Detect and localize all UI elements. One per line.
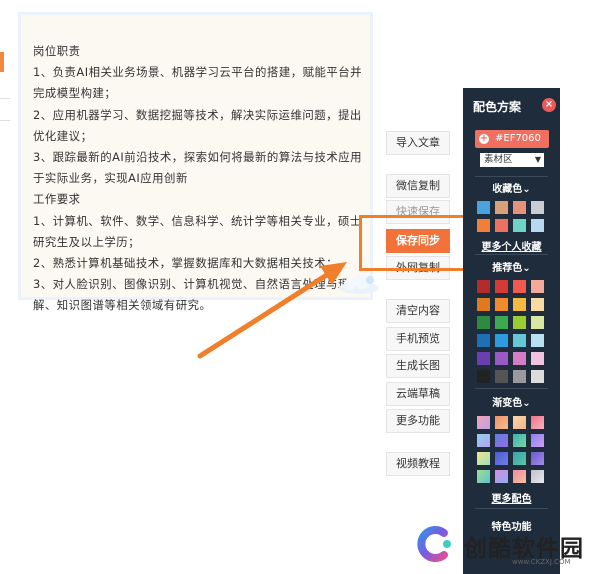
recommended-color-swatch[interactable] bbox=[477, 316, 490, 329]
recommended-color-swatch[interactable] bbox=[531, 280, 544, 293]
divider bbox=[475, 508, 548, 509]
gradient-color-swatch[interactable] bbox=[477, 452, 490, 465]
gradient-color-swatch[interactable] bbox=[531, 452, 544, 465]
favorite-color-swatch[interactable] bbox=[531, 219, 544, 232]
color-scheme-panel: 配色方案 × + #EF7060 素材区 ▼ 收藏色⌄ 更多个人收藏 推荐色⌄ … bbox=[463, 88, 560, 574]
video-tutorial-button[interactable]: 视频教程 bbox=[386, 452, 450, 476]
chevron-down-icon: ▼ bbox=[534, 155, 541, 164]
recommended-color-swatch[interactable] bbox=[531, 352, 544, 365]
gradient-color-swatch[interactable] bbox=[495, 470, 508, 483]
more-functions-button[interactable]: 更多功能 bbox=[386, 409, 450, 433]
chevron-down-icon: ⌄ bbox=[522, 184, 531, 195]
cloud-draft-button[interactable]: 云端草稿 bbox=[386, 382, 450, 406]
recommended-color-swatch[interactable] bbox=[495, 316, 508, 329]
article-line: 3、跟踪最新的AI前沿技术，探索如何将最新的算法与技术应用于实际业务，实现AI应… bbox=[33, 150, 363, 186]
close-icon[interactable]: × bbox=[542, 98, 556, 112]
gradient-color-swatch[interactable] bbox=[477, 416, 490, 429]
favorite-color-swatch[interactable] bbox=[513, 219, 526, 232]
current-color-hex: #EF7060 bbox=[495, 133, 541, 144]
recommended-color-swatch[interactable] bbox=[531, 334, 544, 347]
left-edge bbox=[0, 0, 14, 574]
recommended-color-swatch[interactable] bbox=[495, 334, 508, 347]
article-line: 1、负责AI相关业务场景、机器学习云平台的搭建，赋能平台并完成模型构建； bbox=[33, 65, 363, 101]
recommended-color-swatch[interactable] bbox=[531, 316, 544, 329]
recommended-heading-label: 推荐色 bbox=[492, 263, 523, 274]
material-select-value: 素材区 bbox=[484, 154, 513, 165]
gradient-color-swatch[interactable] bbox=[513, 416, 526, 429]
watermark-url: www.CKZXJ.COM bbox=[512, 558, 571, 566]
recommended-color-swatch[interactable] bbox=[513, 352, 526, 365]
article-text[interactable]: 岗位职责 1、负责AI相关业务场景、机器学习云平台的搭建，赋能平台并完成模型构建… bbox=[33, 41, 368, 317]
recommended-color-swatch[interactable] bbox=[513, 298, 526, 311]
article-line: 工作要求 bbox=[33, 192, 81, 207]
favorites-heading[interactable]: 收藏色⌄ bbox=[463, 180, 560, 195]
divider bbox=[475, 176, 548, 177]
article-line: 1、计算机、软件、数学、信息科学、统计学等相关专业，硕士研究生及以上学历； bbox=[33, 213, 362, 249]
chevron-down-icon: ⌄ bbox=[522, 398, 531, 409]
recommended-color-swatch[interactable] bbox=[513, 316, 526, 329]
recommended-color-swatch[interactable] bbox=[477, 334, 490, 347]
recommended-color-swatch[interactable] bbox=[477, 280, 490, 293]
recommended-color-swatch[interactable] bbox=[477, 298, 490, 311]
gradient-color-swatch[interactable] bbox=[495, 452, 508, 465]
mobile-preview-button[interactable]: 手机预览 bbox=[386, 327, 450, 351]
cloud-decoration-icon bbox=[339, 273, 379, 294]
chevron-down-icon: ⌄ bbox=[522, 263, 531, 274]
recommended-color-swatch[interactable] bbox=[531, 298, 544, 311]
recommended-color-swatch[interactable] bbox=[495, 280, 508, 293]
gradient-color-swatch[interactable] bbox=[495, 416, 508, 429]
more-colors-link[interactable]: 更多配色 bbox=[463, 490, 560, 505]
more-personal-favorites-link[interactable]: 更多个人收藏 bbox=[463, 238, 560, 253]
left-divider bbox=[0, 98, 10, 99]
gradient-heading[interactable]: 渐变色⌄ bbox=[463, 394, 560, 409]
gradient-color-swatch[interactable] bbox=[531, 416, 544, 429]
material-select[interactable]: 素材区 ▼ bbox=[480, 153, 544, 167]
favorite-color-swatch[interactable] bbox=[495, 201, 508, 214]
gradient-color-swatch[interactable] bbox=[513, 434, 526, 447]
recommended-heading[interactable]: 推荐色⌄ bbox=[463, 259, 560, 274]
current-color-chip[interactable]: + #EF7060 bbox=[475, 130, 549, 148]
recommended-color-swatch[interactable] bbox=[531, 370, 544, 383]
gradient-color-swatch[interactable] bbox=[477, 434, 490, 447]
recommended-color-swatch[interactable] bbox=[513, 370, 526, 383]
recommended-color-swatch[interactable] bbox=[513, 334, 526, 347]
long-image-button[interactable]: 生成长图 bbox=[386, 354, 450, 378]
panel-title: 配色方案 bbox=[473, 100, 522, 114]
gradient-color-swatch[interactable] bbox=[531, 470, 544, 483]
divider bbox=[475, 388, 548, 389]
divider bbox=[475, 254, 548, 255]
article-line: 2、熟悉计算机基础技术，掌握数据库和大数据相关技术； bbox=[33, 256, 339, 271]
recommended-color-swatch[interactable] bbox=[495, 370, 508, 383]
recommended-color-swatch[interactable] bbox=[477, 352, 490, 365]
chuangku-logo-icon bbox=[417, 526, 451, 562]
favorite-color-swatch[interactable] bbox=[495, 219, 508, 232]
recommended-color-swatch[interactable] bbox=[495, 352, 508, 365]
gradient-color-swatch[interactable] bbox=[513, 470, 526, 483]
import-article-button[interactable]: 导入文章 bbox=[386, 131, 450, 155]
recommended-color-swatch[interactable] bbox=[477, 370, 490, 383]
left-accent-marker bbox=[0, 52, 4, 72]
recommended-color-swatch[interactable] bbox=[495, 298, 508, 311]
gradient-heading-label: 渐变色 bbox=[492, 398, 523, 409]
clear-content-button[interactable]: 清空内容 bbox=[386, 299, 450, 323]
article-line: 2、应用机器学习、数据挖掘等技术，解决实际运维问题，提出优化建议； bbox=[33, 107, 362, 143]
favorite-color-swatch[interactable] bbox=[531, 201, 544, 214]
add-color-icon[interactable]: + bbox=[479, 134, 489, 144]
article-editor[interactable]: 岗位职责 1、负责AI相关业务场景、机器学习云平台的搭建，赋能平台并完成模型构建… bbox=[18, 12, 379, 312]
favorite-color-swatch[interactable] bbox=[513, 201, 526, 214]
article-line: 3、对人脸识别、图像识别、计算机视觉、自然语言处理与理解、知识图谱等相关领域有研… bbox=[33, 277, 350, 313]
article-line: 岗位职责 bbox=[33, 44, 81, 58]
gradient-color-swatch[interactable] bbox=[531, 434, 544, 447]
wechat-copy-button[interactable]: 微信复制 bbox=[386, 174, 450, 198]
annotation-highlight-box bbox=[359, 215, 469, 271]
favorites-heading-label: 收藏色 bbox=[492, 184, 523, 195]
recommended-color-swatch[interactable] bbox=[513, 280, 526, 293]
gradient-color-swatch[interactable] bbox=[495, 434, 508, 447]
gradient-color-swatch[interactable] bbox=[513, 452, 526, 465]
favorite-color-swatch[interactable] bbox=[477, 219, 490, 232]
left-divider bbox=[0, 120, 10, 121]
favorite-color-swatch[interactable] bbox=[477, 201, 490, 214]
gradient-color-swatch[interactable] bbox=[477, 470, 490, 483]
